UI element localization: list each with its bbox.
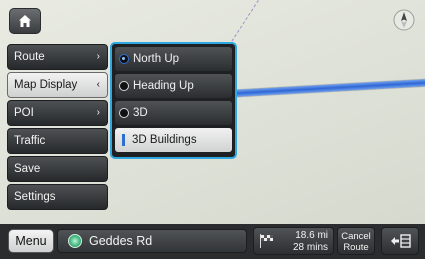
checkered-flag-icon [260, 234, 273, 248]
time-remaining: 28 mins [292, 242, 328, 253]
menu-item-route[interactable]: Route › [7, 44, 108, 70]
cancel-route-button[interactable]: Cancel Route [337, 227, 375, 255]
turn-list-button[interactable] [381, 227, 419, 255]
distance-remaining: 18.6 mi [295, 230, 328, 241]
menu-item-label: Save [14, 163, 41, 175]
menu-item-label: Traffic [14, 135, 46, 147]
option-3d-buildings[interactable]: 3D Buildings [115, 128, 232, 152]
current-street[interactable]: Geddes Rd [57, 229, 247, 253]
menu-item-traffic[interactable]: Traffic [7, 128, 108, 154]
home-button[interactable] [9, 8, 41, 34]
map-display-submenu: North Up Heading Up 3D 3D Buildings [110, 42, 237, 159]
menu-item-settings[interactable]: Settings [7, 184, 108, 210]
option-heading-up[interactable]: Heading Up [115, 74, 232, 98]
option-label: 3D Buildings [132, 134, 197, 146]
menu-button[interactable]: Menu [8, 229, 54, 253]
turn-list-icon [391, 234, 411, 248]
cancel-label: Cancel [341, 231, 371, 242]
home-icon [19, 15, 31, 27]
menu-item-label: POI [14, 107, 34, 119]
menu-item-save[interactable]: Save [7, 156, 108, 182]
radio-unselected-icon [119, 108, 129, 118]
trip-info[interactable]: 18.6 mi 28 mins [253, 227, 334, 255]
location-icon [68, 234, 82, 248]
menu-item-label: Map Display [14, 79, 78, 91]
route-line [214, 78, 425, 98]
radio-selected-icon [119, 54, 129, 64]
menu-item-map-display[interactable]: Map Display ‹ [7, 72, 108, 98]
option-label: North Up [133, 53, 180, 65]
navigation-screen: Route › Map Display ‹ POI › Traffic Save… [0, 0, 425, 259]
compass-icon[interactable] [393, 9, 415, 31]
toggle-on-indicator [122, 134, 125, 146]
menu-item-poi[interactable]: POI › [7, 100, 108, 126]
option-label: Heading Up [133, 80, 194, 92]
option-3d[interactable]: 3D [115, 101, 232, 125]
option-north-up[interactable]: North Up [115, 47, 232, 71]
route-label: Route [343, 242, 369, 253]
option-label: 3D [133, 107, 148, 119]
main-menu: Route › Map Display ‹ POI › Traffic Save… [7, 44, 108, 212]
chevron-left-icon: ‹ [96, 79, 100, 90]
chevron-right-icon: › [96, 107, 100, 118]
chevron-right-icon: › [96, 51, 100, 62]
menu-item-label: Settings [14, 191, 56, 203]
radio-unselected-icon [119, 81, 129, 91]
menu-item-label: Route [14, 51, 45, 63]
street-name: Geddes Rd [89, 234, 153, 248]
